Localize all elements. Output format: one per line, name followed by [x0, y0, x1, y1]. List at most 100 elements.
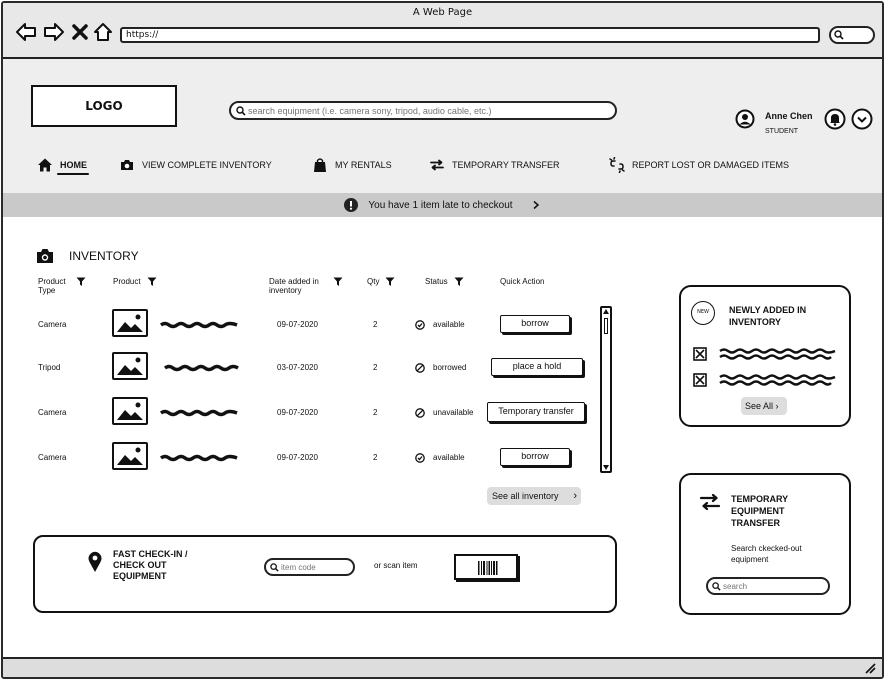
redacted-product-name	[159, 454, 238, 462]
row-qty: 2	[373, 453, 378, 462]
notification-bell-icon[interactable]	[824, 108, 846, 130]
scroll-down-icon[interactable]	[603, 465, 609, 470]
stop-x-icon[interactable]	[69, 21, 91, 43]
nav-item-report-lost[interactable]: REPORT LOST OR DAMAGED ITEMS	[609, 153, 789, 177]
row-status: available	[433, 453, 465, 462]
newly-added-title: NEWLY ADDED IN INVENTORY	[729, 305, 807, 327]
camera-icon	[121, 160, 133, 170]
see-all-inventory-button[interactable]: See all inventory ›	[487, 487, 581, 505]
list-item[interactable]	[693, 373, 843, 389]
inventory-title: INVENTORY	[69, 249, 139, 263]
check-circle-icon	[415, 320, 425, 330]
browser-window: A Web Page https:// LOGO Anne Chen STUDE…	[1, 1, 884, 679]
temporary-transfer-card: TEMPORARY EQUIPMENT TRANSFER Search ckec…	[679, 473, 851, 615]
filter-icon[interactable]	[76, 277, 86, 287]
nav-item-temporary-transfer[interactable]: TEMPORARY TRANSFER	[429, 153, 560, 177]
row-date: 03-07-2020	[277, 363, 318, 372]
scrollbar-thumb[interactable]	[604, 318, 608, 334]
inventory-scrollbar[interactable]	[600, 306, 612, 473]
chevron-right-icon: ›	[775, 401, 779, 411]
back-arrow-icon[interactable]	[15, 21, 37, 43]
filter-icon[interactable]	[454, 277, 464, 287]
row-type: Camera	[38, 320, 67, 329]
user-avatar-icon[interactable]	[735, 109, 755, 129]
product-image-icon[interactable]	[112, 442, 148, 470]
column-header-type[interactable]: Product Type	[38, 277, 86, 295]
new-badge-icon: NEW	[691, 301, 715, 325]
chevron-right-icon	[533, 200, 539, 210]
newly-added-card: NEW NEWLY ADDED IN INVENTORY See All ›	[679, 285, 851, 427]
search-input[interactable]	[248, 103, 608, 118]
transfer-icon	[699, 493, 721, 511]
borrow-button[interactable]: borrow	[500, 315, 570, 333]
site-logo[interactable]: LOGO	[31, 85, 177, 127]
nav-item-label: MY RENTALS	[335, 160, 392, 170]
row-qty: 2	[373, 408, 378, 417]
home-browser-icon[interactable]	[92, 21, 114, 43]
equipment-search[interactable]	[229, 101, 617, 120]
address-bar[interactable]: https://	[120, 27, 820, 43]
column-header-status[interactable]: Status	[425, 277, 464, 287]
row-type: Camera	[38, 453, 67, 462]
no-entry-icon	[415, 363, 425, 373]
nav-item-label: VIEW COMPLETE INVENTORY	[142, 160, 272, 170]
nav-item-label: REPORT LOST OR DAMAGED ITEMS	[632, 160, 790, 170]
table-row: Camera 09-07-2020 2 available borrow	[3, 304, 603, 344]
user-role: STUDENT	[765, 128, 799, 135]
list-item[interactable]	[693, 347, 843, 363]
redacted-item-name	[719, 348, 836, 360]
item-code-field[interactable]	[264, 558, 355, 576]
transfer-title: TEMPORARY EQUIPMENT TRANSFER	[731, 494, 789, 528]
browser-search-field[interactable]	[829, 26, 875, 44]
search-icon	[834, 30, 844, 40]
bag-icon	[314, 158, 326, 172]
checkin-title: FAST CHECK-IN / CHECK OUT EQUIPMENT	[113, 549, 188, 581]
row-status: unavailable	[433, 408, 474, 417]
place-hold-button[interactable]: place a hold	[491, 358, 583, 376]
scan-barcode-button[interactable]	[454, 554, 518, 580]
column-header-date[interactable]: Date added in inventory	[269, 277, 343, 295]
chevron-right-icon: ›	[573, 490, 577, 502]
check-circle-icon	[415, 453, 425, 463]
row-status: borrowed	[433, 363, 467, 372]
nav-item-inventory[interactable]: VIEW COMPLETE INVENTORY	[119, 153, 272, 177]
search-icon	[236, 106, 246, 116]
home-icon	[38, 158, 52, 172]
chevron-down-icon[interactable]	[851, 108, 873, 130]
transfer-search-input[interactable]	[723, 579, 823, 593]
search-icon	[712, 582, 721, 591]
row-type: Tripod	[38, 363, 61, 372]
see-all-new-button[interactable]: See All ›	[741, 397, 787, 415]
column-header-quick-action: Quick Action	[500, 277, 545, 286]
item-code-input[interactable]	[281, 560, 353, 574]
column-header-qty[interactable]: Qty	[367, 277, 395, 287]
search-icon	[270, 563, 279, 572]
site-header: LOGO Anne Chen STUDENT HOME VIEW COMPLET…	[3, 59, 882, 193]
alert-text: You have 1 item late to checkout	[368, 199, 513, 211]
main-navigation: HOME VIEW COMPLETE INVENTORY MY RENTALS …	[3, 153, 882, 177]
borrow-button[interactable]: borrow	[500, 448, 570, 466]
filter-icon[interactable]	[147, 277, 157, 287]
row-date: 09-07-2020	[277, 320, 318, 329]
filter-icon[interactable]	[385, 277, 395, 287]
transfer-search-field[interactable]	[706, 577, 830, 595]
temporary-transfer-button[interactable]: Temporary transfer	[487, 402, 585, 422]
resize-grip-icon[interactable]	[864, 662, 876, 674]
product-image-icon[interactable]	[112, 352, 148, 380]
redacted-product-name	[159, 409, 238, 417]
nav-item-my-rentals[interactable]: MY RENTALS	[312, 153, 392, 177]
x-box-icon	[693, 373, 707, 387]
product-image-icon[interactable]	[112, 397, 148, 425]
fast-checkin-card: FAST CHECK-IN / CHECK OUT EQUIPMENT or s…	[33, 535, 617, 613]
no-entry-icon	[415, 408, 425, 418]
table-row: Camera 09-07-2020 2 available borrow	[3, 437, 603, 477]
forward-arrow-icon[interactable]	[43, 21, 65, 43]
product-image-icon[interactable]	[112, 309, 148, 337]
column-header-product[interactable]: Product	[113, 277, 157, 287]
redacted-product-name	[159, 321, 238, 329]
row-status: available	[433, 320, 465, 329]
scroll-up-icon[interactable]	[603, 309, 609, 314]
late-checkout-alert[interactable]: You have 1 item late to checkout	[3, 193, 882, 217]
transfer-icon	[430, 159, 444, 171]
filter-icon[interactable]	[333, 277, 343, 287]
